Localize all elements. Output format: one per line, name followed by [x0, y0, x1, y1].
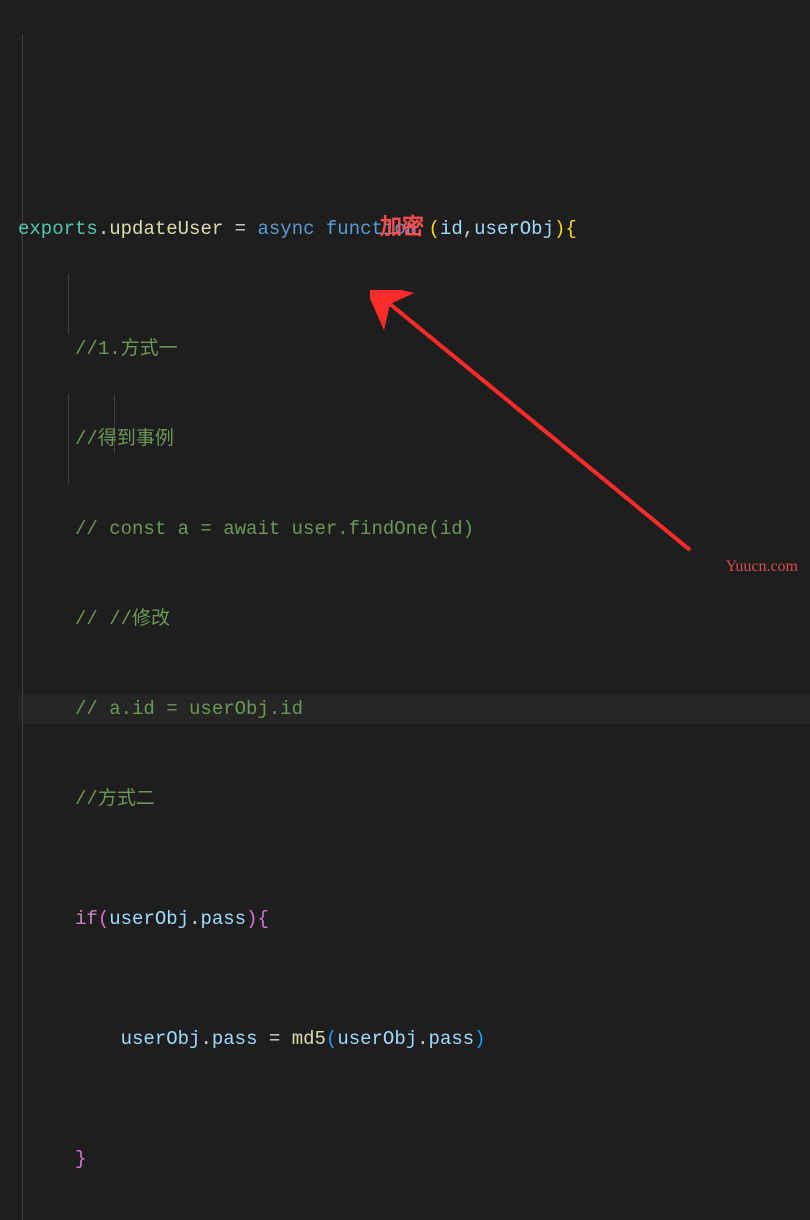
indent-guide	[68, 274, 69, 334]
code-line-4[interactable]: // const a = await user.findOne(id)	[18, 514, 810, 544]
code-line-6[interactable]: // a.id = userObj.id	[18, 694, 810, 724]
code-line-10[interactable]: }	[18, 1144, 810, 1174]
code-line-2[interactable]: //1.方式一	[18, 334, 810, 364]
code-editor[interactable]: exports.updateUser = async function (id,…	[0, 0, 810, 1220]
annotation-label: 加密	[380, 212, 424, 242]
code-line-8[interactable]: if(userObj.pass){	[18, 904, 810, 934]
code-line-7[interactable]: //方式二	[18, 784, 810, 814]
code-line-9[interactable]: userObj.pass = md5(userObj.pass)	[18, 1024, 810, 1054]
watermark-text: Yuucn.com	[726, 552, 798, 582]
code-line-5[interactable]: // //修改	[18, 604, 810, 634]
code-line-3[interactable]: //得到事例	[18, 424, 810, 454]
